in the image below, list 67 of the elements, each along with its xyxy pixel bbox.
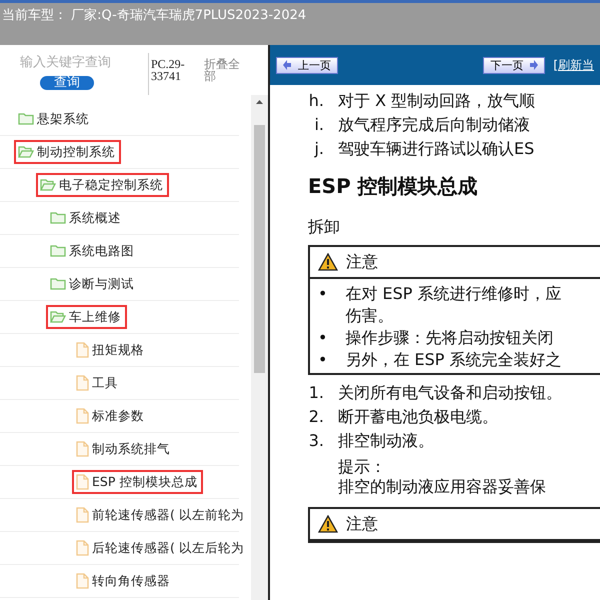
bullet-marker: •: [318, 327, 328, 349]
code-label: PC.29-33741: [148, 53, 204, 95]
page-icon: [76, 540, 89, 556]
step-text: 驾驶车辆进行路试以确认ES: [338, 138, 534, 160]
step-text: 对于 X 型制动回路，放气顺: [338, 90, 536, 112]
list-marker: j.: [313, 138, 324, 160]
open-folder-icon: [40, 178, 56, 192]
page-icon: [76, 573, 89, 589]
tree-item[interactable]: 电子稳定控制系统: [38, 174, 167, 196]
bullet-marker: •: [318, 283, 328, 305]
right-arrow-icon: [529, 60, 538, 70]
list-marker: 3.: [308, 430, 324, 452]
tree-item[interactable]: 系统电路图: [48, 240, 138, 262]
tree-item[interactable]: 制动控制系统: [16, 142, 119, 162]
step-text: 关闭所有电气设备和启动按钮。: [338, 382, 562, 404]
step-text: 排空制动液。: [338, 430, 434, 452]
tree-item[interactable]: 前轮速传感器( 以左前轮为: [74, 504, 248, 526]
folder-icon: [50, 277, 66, 291]
list-marker: 1.: [308, 382, 324, 404]
tree-item[interactable]: 标准参数: [74, 406, 148, 426]
open-folder-icon: [18, 145, 34, 159]
scrollbar-thumb[interactable]: [254, 125, 265, 373]
tree-item[interactable]: 工具: [74, 372, 122, 394]
previous-page-button[interactable]: 上一页: [276, 56, 338, 74]
hint-text: 提示： 排空的制动液应用容器妥善保: [337, 457, 547, 497]
tree-item[interactable]: 诊断与测试: [48, 274, 138, 294]
folder-icon: [18, 112, 34, 126]
page-icon: [76, 375, 89, 391]
window-title: 当前车型： 厂家:Q-奇瑞汽车瑞虎7PLUS2023-2024: [1, 7, 308, 25]
search-field[interactable]: 输入关键字查询: [20, 53, 138, 72]
warning-icon: [318, 253, 338, 271]
bullet-text: 操作步骤：先将启动按钮关闭: [345, 327, 554, 349]
tree-item[interactable]: 转向角传感器: [74, 570, 174, 592]
list-marker: 2.: [308, 406, 324, 428]
tree-item[interactable]: 制动系统排气: [74, 438, 174, 460]
list-marker: h.: [308, 90, 324, 112]
page-icon: [76, 342, 89, 358]
next-page-button[interactable]: 下一页: [483, 56, 546, 74]
page-icon: [76, 408, 89, 424]
bullet-text: 另外，在 ESP 系统完全装好之: [345, 349, 562, 371]
folder-icon: [50, 244, 66, 258]
search-button[interactable]: 查询: [40, 76, 94, 90]
tree-item[interactable]: ESP 控制模块总成: [74, 472, 202, 492]
subsection-heading: 拆卸: [308, 216, 341, 238]
collapse-all-link[interactable]: 折叠全部: [204, 53, 248, 95]
folder-icon: [50, 211, 66, 225]
page-icon: [76, 474, 89, 490]
caution-title: 注意: [346, 513, 378, 535]
scrollbar[interactable]: [251, 95, 268, 600]
tree-item[interactable]: 车上维修: [48, 306, 125, 328]
section-heading: ESP 控制模块总成: [308, 173, 479, 200]
tree-item[interactable]: 后轮速传感器( 以左后轮为: [74, 538, 248, 558]
tree-item[interactable]: 悬架系统: [16, 108, 93, 130]
tree-item[interactable]: 扭矩规格: [74, 340, 148, 360]
page-icon: [76, 507, 89, 523]
bullet-marker: •: [318, 349, 328, 371]
warning-icon: [318, 515, 338, 533]
left-arrow-icon: [283, 60, 292, 70]
caution-title: 注意: [346, 251, 378, 273]
step-text: 放气程序完成后向制动储液: [338, 114, 530, 136]
refresh-link[interactable]: [刷新当: [553, 56, 594, 74]
step-text: 断开蓄电池负极电缆。: [338, 406, 498, 428]
bullet-text: 在对 ESP 系统进行维修时，应 伤害。: [345, 283, 562, 327]
open-folder-icon: [50, 310, 66, 324]
list-marker: i.: [313, 114, 324, 136]
page-icon: [76, 441, 89, 457]
tree-item[interactable]: 系统概述: [48, 208, 125, 228]
